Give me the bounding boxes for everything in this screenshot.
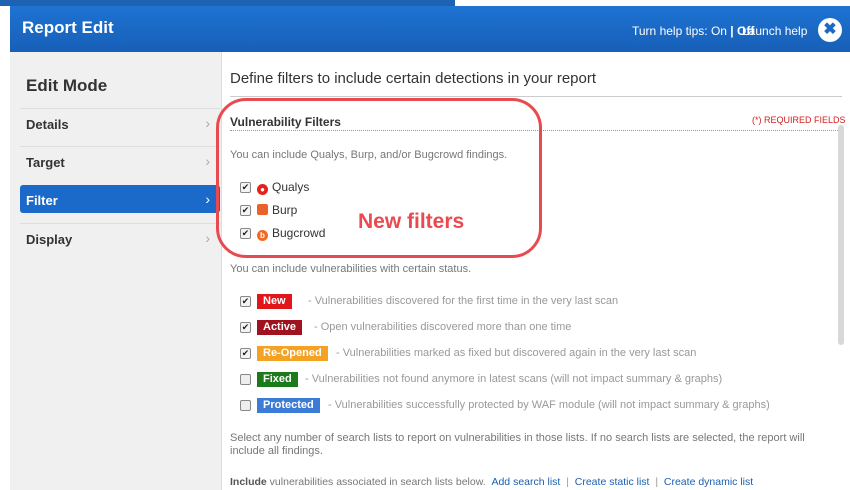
status-active-desc: - Open vulnerabilities discovered more t… — [314, 321, 572, 333]
sidebar-item-details[interactable]: Details › — [20, 108, 220, 138]
sidebar-item-label: Details — [26, 117, 69, 132]
divider — [230, 96, 842, 97]
search-lists-text-line2: include all findings. — [230, 445, 323, 457]
sidebar-item-display[interactable]: Display › — [20, 223, 220, 253]
status-intro: You can include vulnerabilities with cer… — [230, 263, 472, 275]
include-bold: Include — [230, 476, 267, 488]
create-dynamic-list-link[interactable]: Create dynamic list — [664, 476, 753, 488]
required-fields-note: (*) REQUIRED FIELDS — [752, 115, 846, 125]
status-badge-protected: Protected — [257, 398, 320, 413]
link-separator: | — [655, 476, 659, 488]
chevron-right-icon: › — [205, 115, 210, 131]
new-filters-callout-label: New filters — [358, 210, 465, 233]
sidebar-item-filter[interactable]: Filter › — [20, 185, 220, 213]
sidebar-item-label: Display — [26, 232, 73, 247]
edit-mode-title: Edit Mode — [26, 76, 108, 95]
launch-help-link[interactable]: Launch help — [742, 24, 807, 38]
chevron-right-icon: › — [205, 153, 210, 169]
status-badge-fixed: Fixed — [257, 372, 298, 387]
window-title: Report Edit — [22, 18, 114, 37]
chevron-right-icon: › — [205, 230, 210, 246]
status-active-checkbox[interactable]: ✔ — [240, 322, 251, 333]
sidebar-item-label: Filter — [26, 193, 58, 208]
help-on-option[interactable]: On — [711, 24, 727, 38]
add-search-list-link[interactable]: Add search list — [491, 476, 560, 488]
sidebar-item-label: Target — [26, 155, 65, 170]
link-separator: | — [566, 476, 569, 488]
page-title: Define filters to include certain detect… — [230, 70, 597, 87]
status-new-checkbox[interactable]: ✔ — [240, 296, 251, 307]
scrollbar[interactable] — [838, 125, 844, 345]
status-fixed-desc: - Vulnerabilities not found anymore in l… — [305, 373, 723, 385]
sidebar-item-target[interactable]: Target › — [20, 146, 220, 176]
status-protected-checkbox[interactable] — [240, 400, 251, 411]
status-badge-new: New — [257, 294, 292, 309]
help-tips-label: Turn help tips: — [632, 24, 708, 38]
create-static-list-link[interactable]: Create static list — [575, 476, 650, 488]
include-line: Include vulnerabilities associated in se… — [230, 476, 753, 488]
status-reopened-desc: - Vulnerabilities marked as fixed but di… — [336, 347, 697, 359]
status-badge-reopened: Re-Opened — [257, 346, 328, 361]
close-icon[interactable]: ✖ — [818, 18, 842, 42]
status-protected-desc: - Vulnerabilities successfully protected… — [328, 399, 770, 411]
sidebar: Edit Mode Details › Target › Filter › Di… — [10, 52, 222, 490]
status-badge-active: Active — [257, 320, 303, 335]
window-header: Report Edit Turn help tips: On | Off Lau… — [10, 6, 850, 52]
include-text: vulnerabilities associated in search lis… — [266, 476, 486, 488]
status-reopened-checkbox[interactable]: ✔ — [240, 348, 251, 359]
chevron-right-icon: › — [205, 191, 210, 207]
status-new-desc: - Vulnerabilities discovered for the fir… — [308, 295, 619, 307]
new-filters-callout-ring — [216, 98, 542, 258]
help-separator: | — [730, 24, 734, 38]
search-lists-text-line1: Select any number of search lists to rep… — [230, 432, 805, 444]
help-tips-toggle: Turn help tips: On | Off — [632, 24, 754, 38]
status-fixed-checkbox[interactable] — [240, 374, 251, 385]
